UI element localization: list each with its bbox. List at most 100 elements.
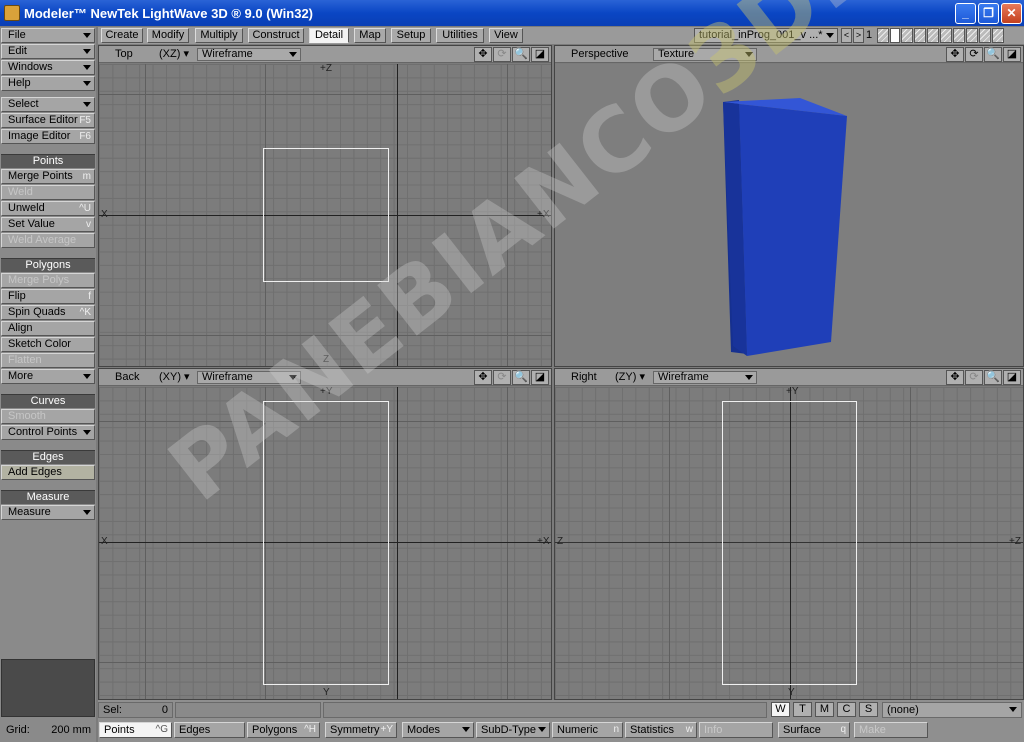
next-layer-button[interactable]: > — [853, 28, 864, 43]
menu-windows[interactable]: Windows — [1, 60, 95, 75]
tab-view[interactable]: View — [489, 28, 523, 43]
weld-average-button[interactable]: Weld Average — [1, 233, 95, 248]
layer-toggle[interactable] — [914, 28, 926, 43]
surface-select-dropdown[interactable]: (none) — [882, 702, 1022, 718]
viewport-back[interactable]: Back (XY) ▾ Wireframe ✥ ⟳ 🔍 ◪ +Y Y X +X — [98, 368, 552, 700]
viewport-canvas[interactable]: +Y Y X +X — [99, 386, 551, 699]
make-button[interactable]: Make — [854, 722, 928, 738]
set-value-button[interactable]: Set Value v — [1, 217, 95, 232]
wireframe-toggle-c[interactable]: C — [837, 702, 856, 717]
zoom-view-icon[interactable]: 🔍 — [512, 370, 530, 385]
spin-quads-button[interactable]: Spin Quads ^K — [1, 305, 95, 320]
info-button[interactable]: Info — [699, 722, 773, 738]
image-editor-button[interactable]: Image Editor F6 — [1, 129, 95, 144]
view-type-label[interactable]: Right — [567, 370, 597, 385]
maximize-view-icon[interactable]: ◪ — [1003, 47, 1021, 62]
merge-points-button[interactable]: Merge Points m — [1, 169, 95, 184]
wireframe-toggle-t[interactable]: T — [793, 702, 812, 717]
view-type-label[interactable]: Back — [111, 370, 139, 385]
tab-detail[interactable]: Detail — [309, 28, 349, 43]
edges-mode-button[interactable]: Edges — [174, 722, 245, 738]
add-edges-button[interactable]: Add Edges — [1, 465, 95, 480]
minimize-button[interactable]: _ — [955, 3, 976, 24]
wireframe-toggle-s[interactable]: S — [859, 702, 878, 717]
subd-type-dropdown[interactable]: SubD-Type — [476, 722, 550, 738]
move-view-icon[interactable]: ✥ — [474, 370, 492, 385]
rotate-view-icon[interactable]: ⟳ — [965, 47, 983, 62]
prev-layer-button[interactable]: < — [841, 28, 852, 43]
tab-create[interactable]: Create — [101, 28, 143, 43]
surface-editor-button[interactable]: Surface Editor F5 — [1, 113, 95, 128]
view-axes-dropdown[interactable]: (ZY) ▾ — [611, 370, 645, 385]
maximize-button[interactable]: ❐ — [978, 3, 999, 24]
view-type-label[interactable]: Top — [111, 47, 133, 62]
viewport-perspective[interactable]: Perspective Texture ✥ ⟳ 🔍 ◪ — [554, 45, 1024, 367]
view-axes-dropdown[interactable]: (XY) ▾ — [155, 370, 190, 385]
statistics-button[interactable]: Statistics w — [625, 722, 697, 738]
layer-toggle[interactable] — [979, 28, 991, 43]
layer-toggle[interactable] — [927, 28, 939, 43]
move-view-icon[interactable]: ✥ — [946, 370, 964, 385]
viewport-top[interactable]: Top (XZ) ▾ Wireframe ✥ ⟳ 🔍 ◪ +Z Z X +X — [98, 45, 552, 367]
layer-toggle[interactable] — [992, 28, 1004, 43]
render-mode-dropdown[interactable]: Texture — [653, 48, 757, 61]
zoom-view-icon[interactable]: 🔍 — [984, 47, 1002, 62]
viewport-right[interactable]: Right (ZY) ▾ Wireframe ✥ ⟳ 🔍 ◪ +Y Y Z +Z — [554, 368, 1024, 700]
control-points-dropdown[interactable]: Control Points — [1, 425, 95, 440]
layer-toggle[interactable] — [877, 28, 889, 43]
menu-file[interactable]: File — [1, 28, 95, 43]
view-axes-dropdown[interactable]: (XZ) ▾ — [155, 47, 189, 62]
maximize-view-icon[interactable]: ◪ — [1003, 370, 1021, 385]
layer-toggle[interactable] — [890, 28, 900, 43]
render-mode-dropdown[interactable]: Wireframe — [197, 48, 301, 61]
numeric-button[interactable]: Numeric n — [552, 722, 623, 738]
modes-dropdown[interactable]: Modes — [402, 722, 474, 738]
more-dropdown[interactable]: More — [1, 369, 95, 384]
move-view-icon[interactable]: ✥ — [946, 47, 964, 62]
render-mode-dropdown[interactable]: Wireframe — [653, 371, 757, 384]
layer-toggle[interactable] — [953, 28, 965, 43]
tab-utilities[interactable]: Utilities — [436, 28, 484, 43]
align-button[interactable]: Align — [1, 321, 95, 336]
layer-toggle[interactable] — [966, 28, 978, 43]
menu-help[interactable]: Help — [1, 76, 95, 91]
viewport-canvas[interactable] — [555, 64, 1023, 366]
layer-toggle[interactable] — [940, 28, 952, 43]
zoom-view-icon[interactable]: 🔍 — [984, 370, 1002, 385]
surface-button[interactable]: Surface q — [778, 722, 850, 738]
points-mode-button[interactable]: Points ^G — [99, 722, 172, 738]
unweld-button[interactable]: Unweld ^U — [1, 201, 95, 216]
tab-setup[interactable]: Setup — [391, 28, 431, 43]
rotate-view-icon[interactable]: ⟳ — [965, 370, 983, 385]
select-dropdown[interactable]: Select — [1, 97, 95, 112]
wireframe-toggle-w[interactable]: W — [771, 702, 790, 717]
sketch-color-button[interactable]: Sketch Color — [1, 337, 95, 352]
weld-button[interactable]: Weld — [1, 185, 95, 200]
tab-modify[interactable]: Modify — [147, 28, 189, 43]
zoom-view-icon[interactable]: 🔍 — [512, 47, 530, 62]
rotate-view-icon[interactable]: ⟳ — [493, 370, 511, 385]
tab-map[interactable]: Map — [354, 28, 386, 43]
rotate-view-icon[interactable]: ⟳ — [493, 47, 511, 62]
tab-construct[interactable]: Construct — [248, 28, 304, 43]
wireframe-toggle-m[interactable]: M — [815, 702, 834, 717]
object-layer-dropdown[interactable]: tutorial_inProg_001_v ...* — [694, 28, 838, 43]
view-type-label[interactable]: Perspective — [567, 47, 628, 62]
viewport-canvas[interactable]: +Z Z X +X — [99, 63, 551, 366]
flatten-button[interactable]: Flatten — [1, 353, 95, 368]
tab-multiply[interactable]: Multiply — [195, 28, 243, 43]
menu-edit[interactable]: Edit — [1, 44, 95, 59]
merge-polys-button[interactable]: Merge Polys — [1, 273, 95, 288]
polygons-mode-button[interactable]: Polygons ^H — [247, 722, 320, 738]
symmetry-button[interactable]: Symmetry +Y — [325, 722, 397, 738]
render-mode-dropdown[interactable]: Wireframe — [197, 371, 301, 384]
layer-toggle[interactable] — [901, 28, 913, 43]
measure-dropdown[interactable]: Measure — [1, 505, 95, 520]
viewport-canvas[interactable]: +Y Y Z +Z — [555, 386, 1023, 699]
smooth-button[interactable]: Smooth — [1, 409, 95, 424]
maximize-view-icon[interactable]: ◪ — [531, 47, 549, 62]
flip-button[interactable]: Flip f — [1, 289, 95, 304]
move-view-icon[interactable]: ✥ — [474, 47, 492, 62]
maximize-view-icon[interactable]: ◪ — [531, 370, 549, 385]
close-button[interactable]: ✕ — [1001, 3, 1022, 24]
